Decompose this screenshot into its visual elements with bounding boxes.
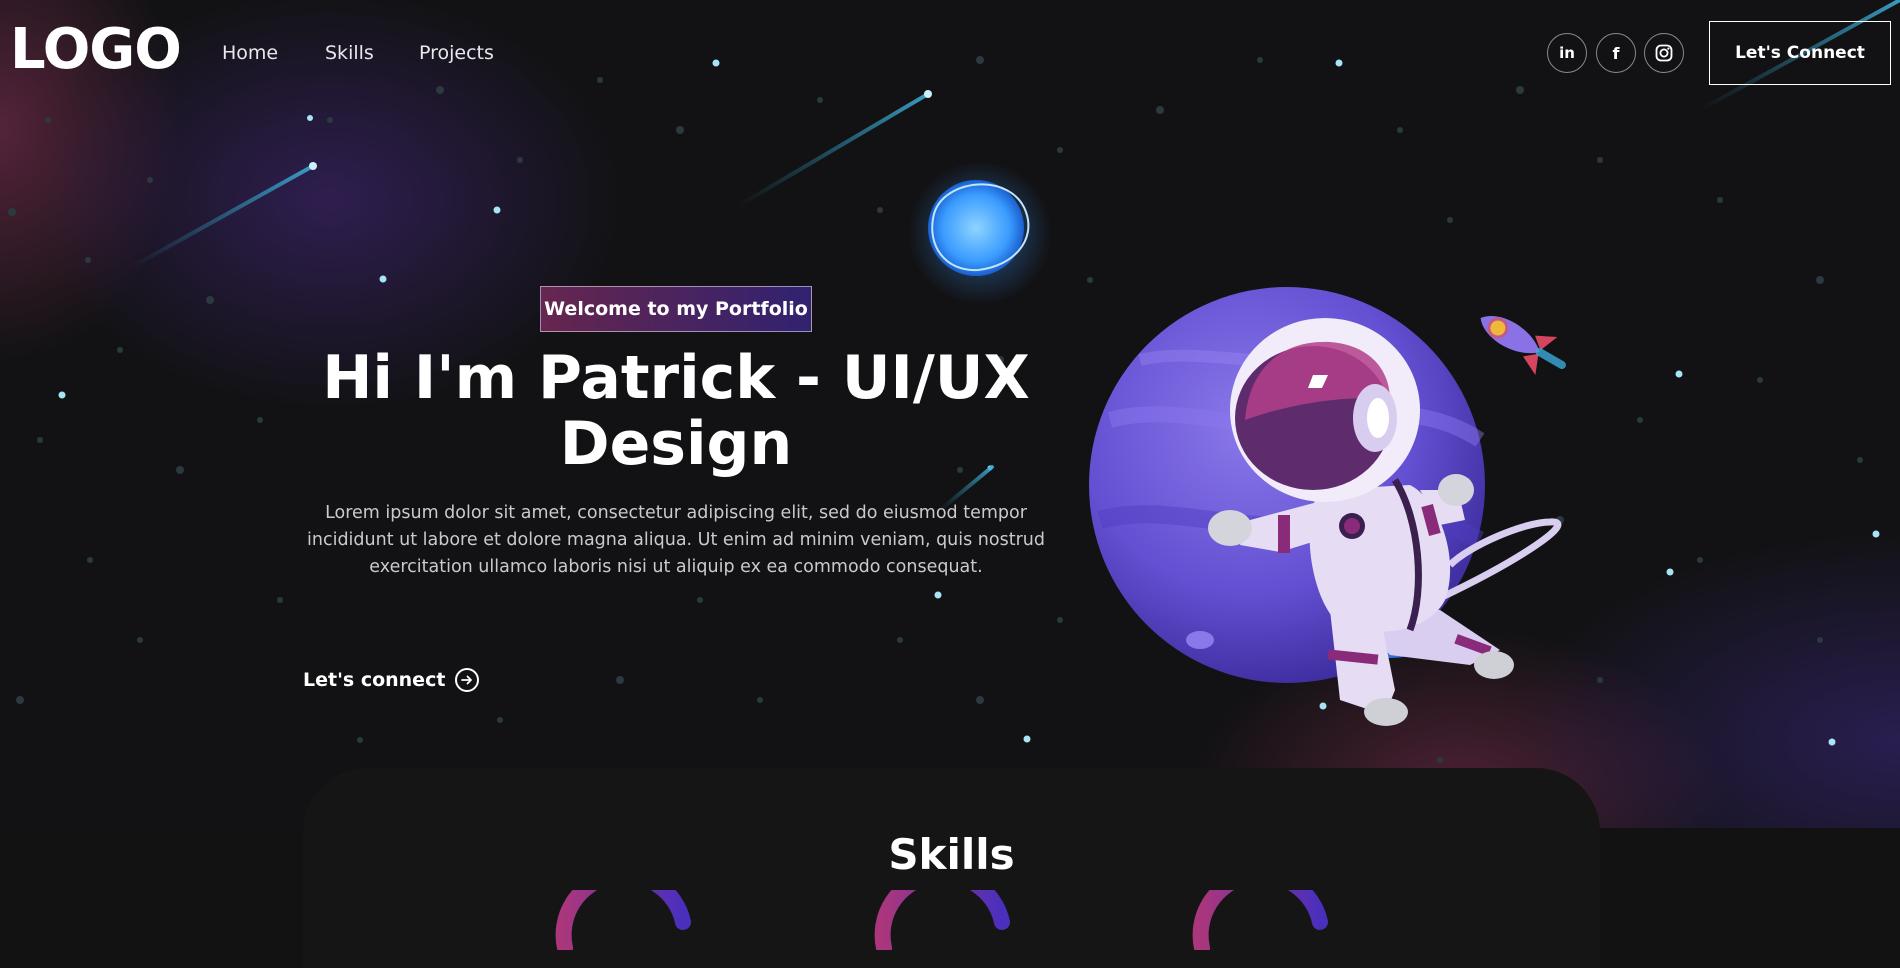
welcome-tagline: Welcome to my Portfolio: [540, 286, 812, 332]
hero-headline: Hi I'm Patrick - UI/UX Design: [296, 345, 1056, 477]
nav-home-link[interactable]: Home: [222, 42, 278, 64]
skill-ring-1: [555, 890, 691, 950]
instagram-icon: [1655, 44, 1673, 62]
linkedin-button[interactable]: in: [1547, 33, 1587, 73]
headline-line-1: Hi I'm Patrick - UI/UX: [322, 343, 1030, 413]
skills-title: Skills: [888, 830, 1015, 879]
skill-ring-3: [1192, 890, 1328, 950]
lets-connect-link[interactable]: Let's connect: [303, 668, 480, 692]
nav-projects-link[interactable]: Projects: [419, 42, 494, 64]
facebook-icon: f: [1612, 43, 1620, 63]
headline-line-2: Design: [559, 409, 793, 479]
skills-section: Skills: [303, 768, 1600, 968]
cta-label: Let's connect: [303, 669, 446, 691]
hero-intro-text: Lorem ipsum dolor sit amet, consectetur …: [307, 503, 1045, 577]
rocket: [1480, 316, 1566, 376]
nav-skills-link[interactable]: Skills: [325, 42, 374, 64]
arrow-right-circle-icon: [455, 668, 480, 692]
skill-ring-2: [874, 890, 1010, 950]
facebook-button[interactable]: f: [1596, 33, 1636, 73]
logo[interactable]: LOGO: [10, 22, 182, 78]
linkedin-icon: in: [1559, 44, 1575, 62]
instagram-button[interactable]: [1644, 33, 1684, 73]
blue-moon: [908, 161, 1052, 305]
lets-connect-button[interactable]: Let's Connect: [1709, 21, 1891, 85]
